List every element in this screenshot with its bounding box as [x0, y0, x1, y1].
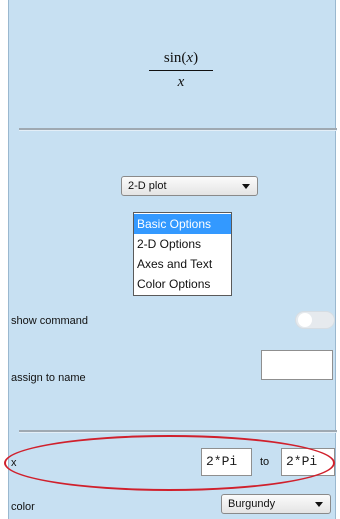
color-select[interactable]: Burgundy — [221, 494, 331, 514]
options-list-item-axes-text[interactable]: Axes and Text — [134, 254, 231, 274]
show-command-label: show command — [11, 315, 89, 327]
options-list-item-color[interactable]: Color Options — [134, 274, 231, 294]
chevron-down-icon — [242, 184, 250, 189]
assign-to-name-label: assign to name — [11, 372, 86, 384]
section-divider — [19, 128, 337, 131]
formula-display: sin(x) x — [139, 50, 223, 91]
options-list[interactable]: Basic Options 2-D Options Axes and Text … — [133, 212, 232, 296]
toggle-knob — [298, 313, 312, 327]
formula-function: sin — [163, 50, 182, 66]
show-command-toggle[interactable] — [295, 311, 335, 329]
plot-type-select[interactable]: 2-D plot — [121, 176, 258, 196]
formula-denominator: x — [177, 74, 185, 90]
assign-to-name-input[interactable] — [261, 350, 333, 380]
highlight-ellipse — [4, 435, 335, 491]
color-select-value: Burgundy — [228, 498, 276, 510]
plot-type-value: 2-D plot — [128, 180, 167, 192]
formula-argument: x — [186, 50, 194, 66]
formula-numerator: sin(x) — [163, 50, 199, 66]
section-divider-2 — [19, 430, 337, 433]
chevron-down-icon — [315, 502, 323, 507]
color-label: color — [11, 501, 35, 513]
options-list-item-basic[interactable]: Basic Options — [134, 214, 231, 234]
options-list-item-2d[interactable]: 2-D Options — [134, 234, 231, 254]
